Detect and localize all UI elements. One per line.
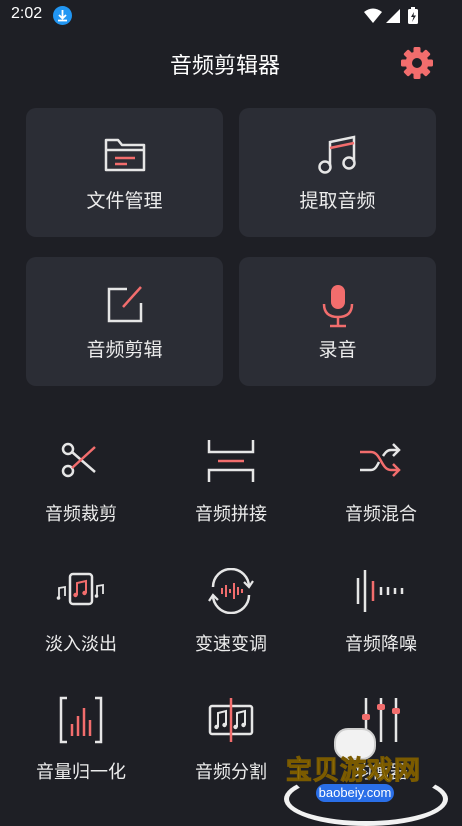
download-icon <box>53 6 72 25</box>
fade-icon <box>6 568 156 616</box>
gear-icon[interactable] <box>398 44 436 82</box>
tool-label: 音频降噪 <box>345 634 417 655</box>
watermark-logo: 宝贝游戏网 baobeiy.com <box>282 728 448 826</box>
watermark-url: baobeiy.com <box>316 784 394 802</box>
tool-label: 音频混合 <box>345 504 417 525</box>
signal-icon <box>386 9 400 23</box>
battery-icon <box>408 7 418 24</box>
card-file-manager[interactable]: 文件管理 <box>26 108 223 237</box>
scissors-icon <box>6 438 156 486</box>
status-icons <box>362 6 432 30</box>
folder-icon <box>26 134 223 178</box>
tool-label: 音量归一化 <box>36 762 126 783</box>
music-note-icon <box>239 134 436 180</box>
tool-fade[interactable]: 淡入淡出 <box>6 568 156 668</box>
tool-label: 淡入淡出 <box>45 634 117 655</box>
card-label: 音频剪辑 <box>86 339 163 361</box>
edit-icon <box>26 283 223 329</box>
tool-label: 变速变调 <box>195 634 267 655</box>
card-record[interactable]: 录音 <box>239 257 436 386</box>
tool-speed-pitch[interactable]: 变速变调 <box>156 567 306 668</box>
shuffle-icon <box>306 438 456 488</box>
tool-label: 音频拼接 <box>195 504 267 525</box>
wifi-icon <box>364 8 382 23</box>
card-label: 提取音频 <box>299 190 376 212</box>
card-audio-edit[interactable]: 音频剪辑 <box>26 257 223 386</box>
card-label: 录音 <box>318 339 357 361</box>
tool-audio-mix[interactable]: 音频混合 <box>306 438 456 538</box>
tool-audio-merge[interactable]: 音频拼接 <box>156 438 306 538</box>
speed-icon <box>156 567 306 618</box>
tool-audio-trim[interactable]: 音频裁剪 <box>6 438 156 538</box>
volume-normalize-icon <box>6 696 156 748</box>
watermark-text: 宝贝游戏网 <box>285 756 422 787</box>
card-extract-audio[interactable]: 提取音频 <box>239 108 436 237</box>
merge-icon <box>156 438 306 488</box>
status-time: 2:02 <box>11 5 43 22</box>
noise-reduction-icon <box>306 568 456 618</box>
microphone-icon <box>239 283 436 333</box>
tool-label: 音频裁剪 <box>45 504 117 525</box>
page-title: 音频剪辑器 <box>169 54 280 79</box>
card-label: 文件管理 <box>86 190 163 212</box>
tool-noise-reduction[interactable]: 音频降噪 <box>306 568 456 668</box>
tool-volume-normalize[interactable]: 音量归一化 <box>6 696 156 796</box>
status-bar: 2:02 <box>0 0 462 32</box>
